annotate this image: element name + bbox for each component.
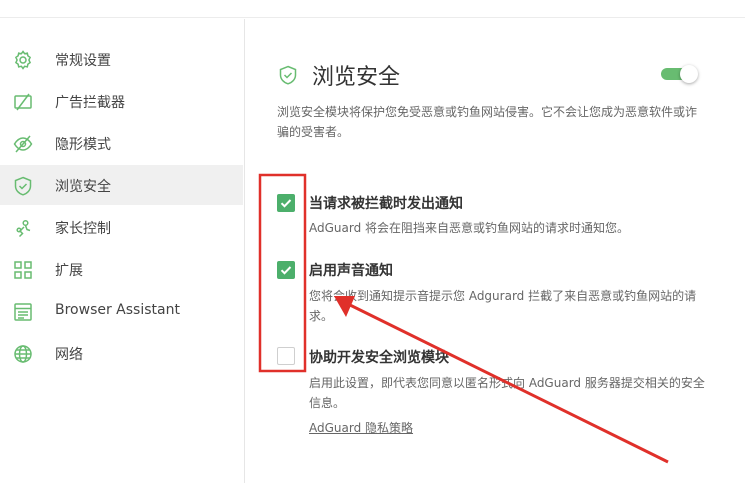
sidebar-item-label: 扩展 [55, 263, 83, 279]
check-icon [280, 199, 292, 208]
sidebar-item-parental-control[interactable]: 家长控制 [0, 207, 243, 247]
option-description: 启用此设置，即代表您同意以匿名形式向 AdGuard 服务器提交相关的安全信息。 [309, 376, 705, 410]
check-icon [280, 266, 292, 275]
option-description: AdGuard 将会在阻挡来自恶意或钓鱼网站的请求时通知您。 [309, 221, 630, 235]
sidebar-item-label: 隐形模式 [55, 137, 111, 153]
sidebar-item-label: 广告拦截器 [55, 95, 125, 111]
toggle-knob [680, 65, 698, 83]
extensions-grid-icon [12, 259, 34, 281]
option-title: 启用声音通知 [309, 263, 393, 279]
ad-block-icon [12, 91, 34, 113]
option-description: 您将会收到通知提示音提示您 Adgurard 拦截了来自恶意或钓鱼网站的请求。 [309, 289, 697, 323]
privacy-policy-link[interactable]: AdGuard 隐私策略 [309, 419, 413, 436]
globe-icon [12, 343, 34, 365]
sidebar: 常规设置 广告拦截器 隐形模式 浏览安全 家长控制 扩展 Browser Ass… [0, 19, 245, 483]
sidebar-item-ad-blocker[interactable]: 广告拦截器 [0, 81, 243, 121]
sidebar-item-label: 常规设置 [55, 53, 111, 69]
browser-window-icon [12, 301, 34, 323]
sidebar-item-label: 浏览安全 [55, 179, 111, 195]
help-develop-checkbox[interactable] [277, 347, 295, 365]
shield-icon [12, 175, 34, 197]
notify-on-block-checkbox[interactable] [277, 194, 295, 212]
parental-control-icon [12, 217, 34, 239]
sidebar-item-network[interactable]: 网络 [0, 333, 243, 373]
shield-icon [277, 64, 299, 86]
option-title: 协助开发安全浏览模块 [309, 350, 449, 366]
sidebar-item-label: 网络 [55, 347, 83, 363]
option-title: 当请求被拦截时发出通知 [309, 196, 463, 212]
sidebar-item-browser-assistant[interactable]: Browser Assistant [0, 291, 243, 331]
top-bar [0, 0, 745, 18]
browsing-security-panel: 浏览安全 浏览安全模块将保护您免受恶意或钓鱼网站侵害。它不会让您成为恶意软件或诈… [246, 19, 745, 483]
sound-notification-checkbox[interactable] [277, 261, 295, 279]
sidebar-item-browsing-security[interactable]: 浏览安全 [0, 165, 243, 205]
browsing-security-toggle[interactable] [661, 65, 698, 83]
module-description: 浏览安全模块将保护您免受恶意或钓鱼网站侵害。它不会让您成为恶意软件或诈骗的受害者… [277, 105, 698, 139]
stealth-eye-icon [12, 133, 34, 155]
sidebar-item-extensions[interactable]: 扩展 [0, 249, 243, 289]
sidebar-item-label: Browser Assistant [55, 302, 180, 318]
gear-icon [12, 49, 34, 71]
page-title: 浏览安全 [312, 65, 401, 90]
sidebar-item-label: 家长控制 [55, 221, 111, 237]
sidebar-item-general[interactable]: 常规设置 [0, 39, 243, 79]
sidebar-item-stealth-mode[interactable]: 隐形模式 [0, 123, 243, 163]
